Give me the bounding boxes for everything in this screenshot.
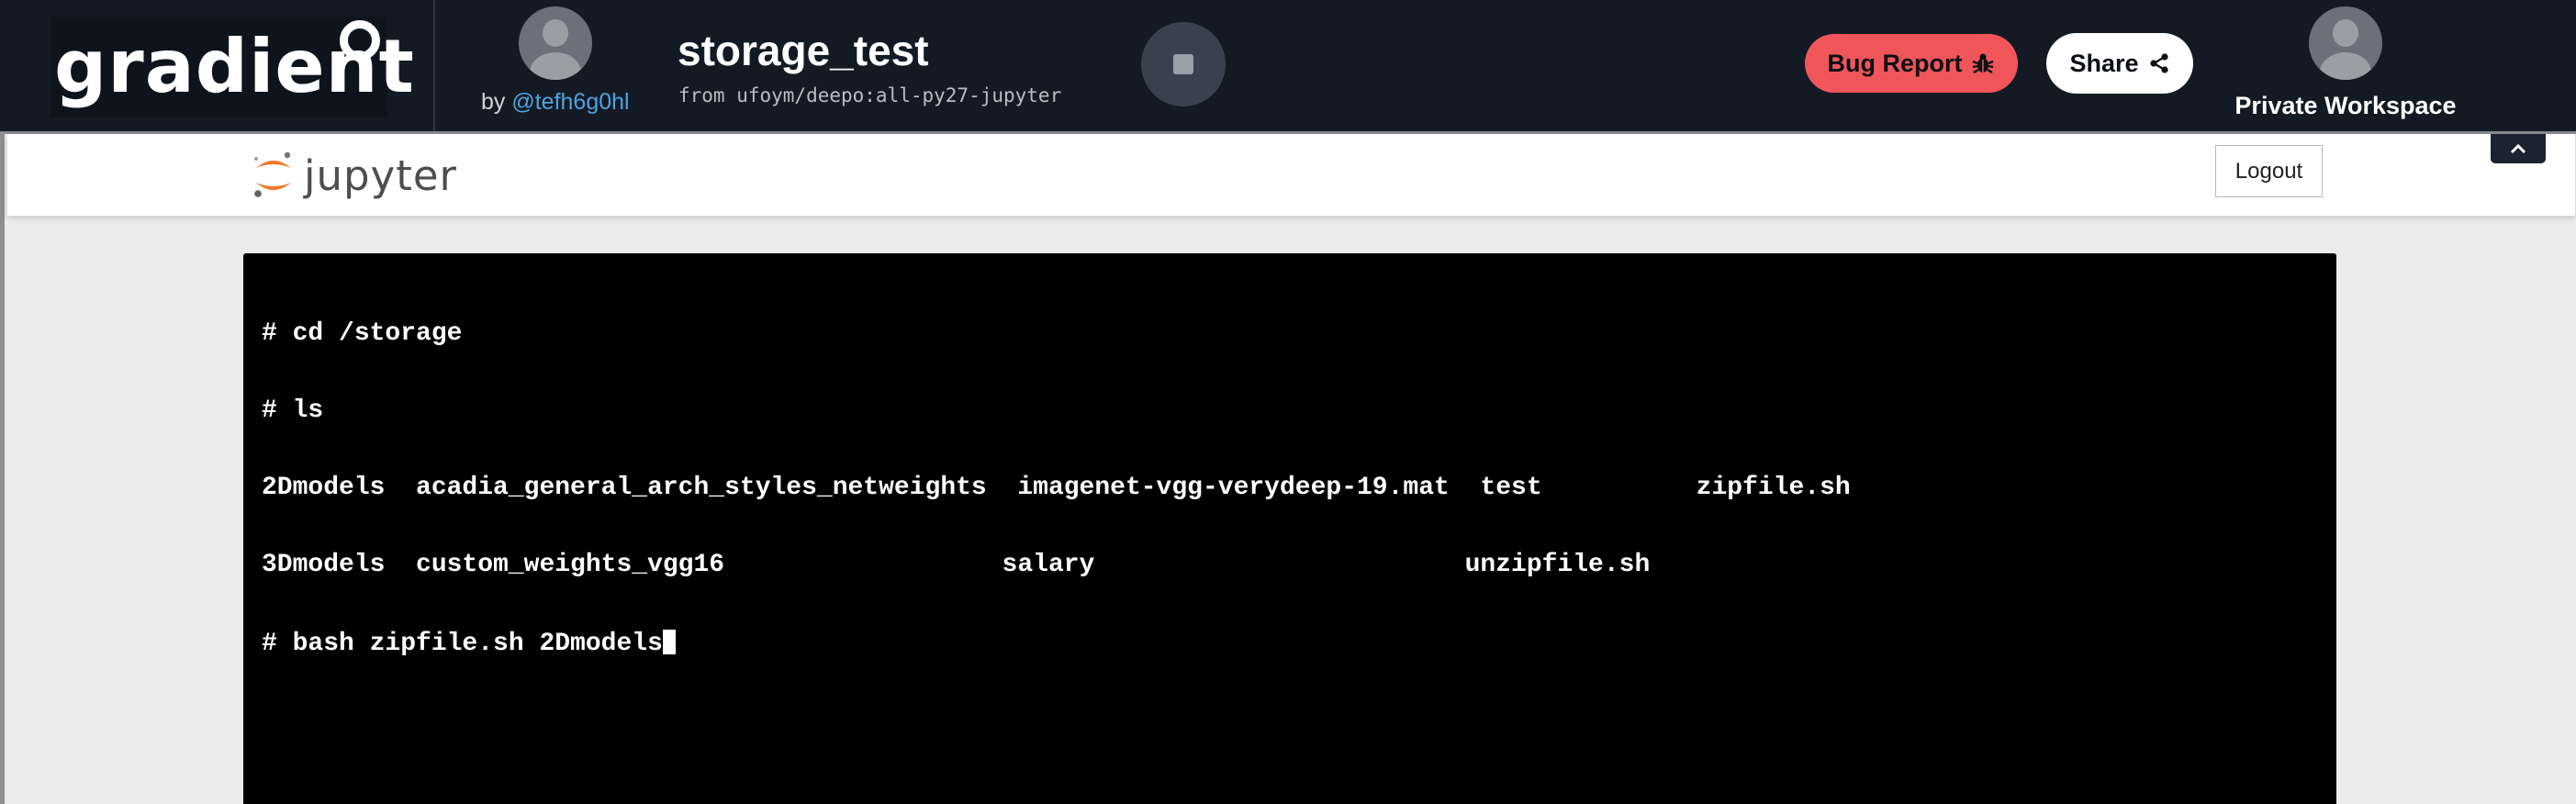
bug-report-button[interactable]: Bug Report — [1805, 34, 2018, 93]
avatar-head-icon — [2333, 19, 2358, 47]
owner-username-link[interactable]: @tefh6g0hl — [511, 89, 629, 115]
bug-icon — [1973, 53, 1994, 74]
top-bar: gradient by @tefh6g0hl storage_test from… — [0, 0, 2576, 131]
jupyter-header: jupyter Logout — [7, 134, 2575, 217]
owner-avatar[interactable] — [519, 6, 592, 80]
terminal-line: # cd /storage — [262, 319, 463, 348]
avatar-body-icon — [530, 52, 581, 80]
logo-ring-icon — [340, 20, 380, 61]
bug-report-label: Bug Report — [1827, 49, 1963, 77]
jupyter-logo-text: jupyter — [304, 151, 458, 200]
topbar-divider — [433, 0, 435, 131]
share-icon — [2149, 53, 2168, 73]
terminal-prompt-line[interactable]: # bash zipfile.sh 2Dmodels — [262, 630, 1851, 658]
gradient-logo[interactable]: gradient — [50, 17, 414, 117]
terminal-line: 3Dmodels custom_weights_vgg16 salary unz… — [262, 551, 1651, 579]
left-frame-edge — [0, 134, 5, 804]
terminal-line: # ls — [262, 396, 324, 425]
collapse-header-button[interactable] — [2491, 134, 2546, 163]
terminal-cursor — [662, 630, 676, 654]
owner-line: by @tefh6g0hl — [481, 89, 630, 116]
jupyter-logo-icon — [254, 151, 291, 197]
terminal-window[interactable]: # cd /storage # ls 2Dmodels acadia_gener… — [243, 253, 2336, 804]
stop-notebook-button[interactable] — [1141, 22, 1226, 106]
share-label: Share — [2069, 49, 2139, 77]
chevron-up-icon — [2510, 143, 2526, 154]
avatar-head-icon — [543, 19, 568, 47]
workspace-avatar[interactable] — [2309, 6, 2382, 80]
owner-by-label: by — [481, 89, 506, 115]
share-button[interactable]: Share — [2046, 33, 2193, 94]
avatar-body-icon — [2320, 52, 2371, 80]
notebook-container-name: from ufoym/deepo:all-py27-jupyter — [678, 84, 1062, 106]
notebook-title: storage_test — [678, 27, 929, 74]
logout-button[interactable]: Logout — [2215, 145, 2323, 197]
jupyter-logo[interactable]: jupyter — [251, 143, 457, 207]
terminal-line: 2Dmodels acadia_general_arch_styles_netw… — [262, 474, 1851, 502]
workspace-label[interactable]: Private Workspace — [2231, 92, 2460, 120]
terminal-current-command: # bash zipfile.sh 2Dmodels — [262, 630, 663, 658]
terminal-output: # cd /storage # ls 2Dmodels acadia_gener… — [262, 270, 1851, 707]
stop-icon — [1173, 54, 1193, 74]
